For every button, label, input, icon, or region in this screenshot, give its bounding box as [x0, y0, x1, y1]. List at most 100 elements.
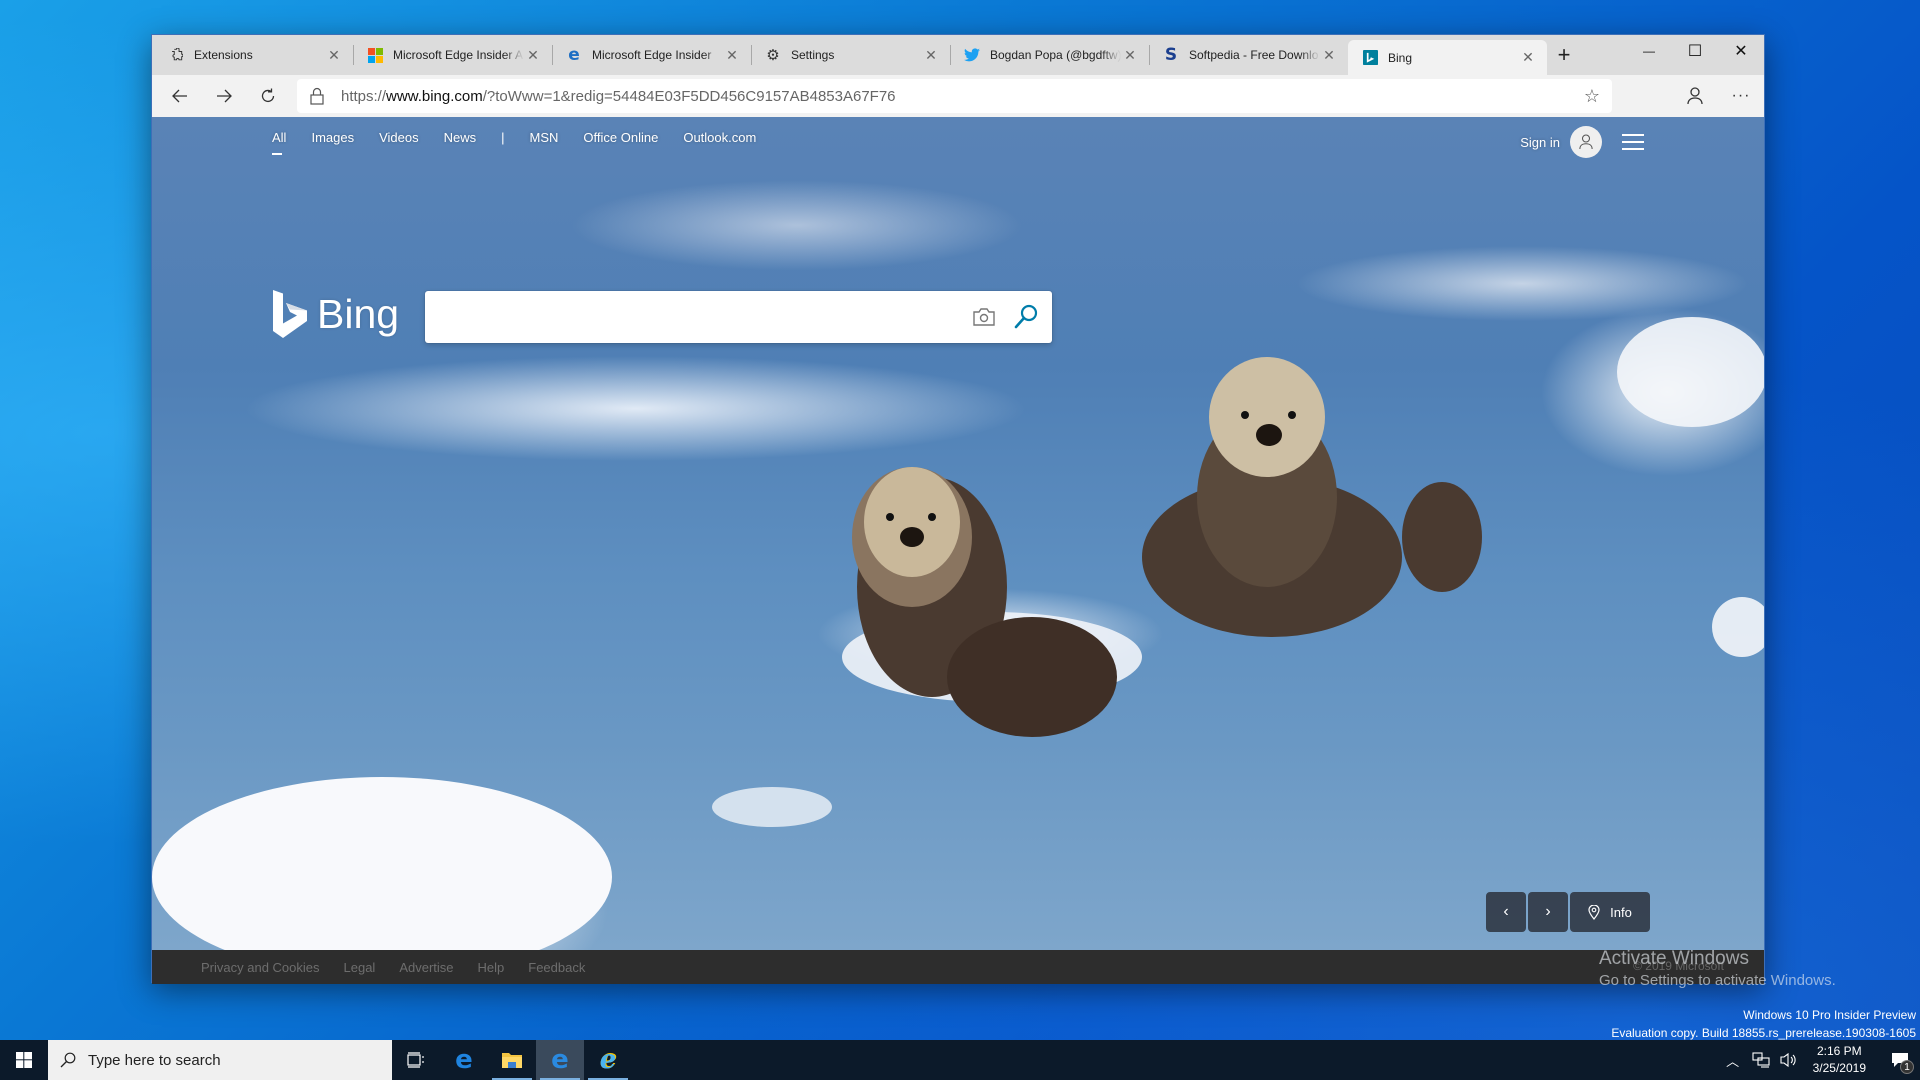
- build-info: Windows 10 Pro Insider Preview Evaluatio…: [1611, 1006, 1916, 1042]
- action-center-button[interactable]: 1: [1880, 1040, 1920, 1080]
- close-tab-icon[interactable]: ✕: [325, 47, 343, 64]
- new-tab-button[interactable]: +: [1547, 35, 1581, 75]
- show-hidden-icons-chevron-up-icon[interactable]: ︿: [1721, 1051, 1745, 1070]
- internet-explorer-icon: e: [599, 1045, 617, 1075]
- tab-title: Extensions: [194, 48, 253, 62]
- volume-icon[interactable]: [1777, 1052, 1801, 1068]
- browser-toolbar: https://www.bing.com/?toWww=1&redig=5448…: [152, 75, 1764, 117]
- footer-link-privacy[interactable]: Privacy and Cookies: [201, 960, 320, 975]
- network-icon[interactable]: [1749, 1052, 1773, 1068]
- location-pin-icon: [1588, 904, 1600, 920]
- puzzle-icon: [168, 47, 184, 63]
- footer-link-help[interactable]: Help: [478, 960, 505, 975]
- bing-icon: [1362, 50, 1378, 66]
- tab-softpedia[interactable]: S Softpedia - Free Downlo ✕: [1149, 35, 1348, 75]
- image-info-button[interactable]: Info: [1570, 892, 1650, 932]
- watermark-subtitle: Go to Settings to activate Windows.: [1599, 972, 1836, 989]
- footer-link-feedback[interactable]: Feedback: [528, 960, 585, 975]
- close-tab-icon[interactable]: ✕: [1320, 47, 1338, 64]
- visual-search-camera-icon[interactable]: [972, 306, 996, 328]
- forward-button[interactable]: [202, 78, 246, 114]
- softpedia-icon: S: [1164, 44, 1178, 65]
- clock-date: 3/25/2019: [1812, 1061, 1866, 1075]
- edge-icon: e: [568, 44, 580, 65]
- toolbar-right: ···: [1672, 75, 1764, 117]
- windows-logo-icon: [16, 1052, 32, 1068]
- taskbar-internet-explorer[interactable]: e: [584, 1040, 632, 1080]
- tab-twitter[interactable]: Bogdan Popa (@bgdftw) ✕: [950, 35, 1149, 75]
- back-button[interactable]: [158, 78, 202, 114]
- sign-in-link[interactable]: Sign in: [1520, 135, 1560, 150]
- clock-time: 2:16 PM: [1816, 1044, 1862, 1058]
- previous-image-button[interactable]: ‹: [1486, 892, 1526, 932]
- refresh-button[interactable]: [246, 78, 290, 114]
- background-photo: [152, 317, 1764, 950]
- avatar[interactable]: [1570, 126, 1602, 158]
- tab-bing[interactable]: Bing ✕: [1348, 40, 1547, 75]
- microsoft-logo-icon: [367, 47, 383, 63]
- bing-footer: Privacy and Cookies Legal Advertise Help…: [152, 950, 1764, 984]
- taskbar-edge-insider[interactable]: e: [536, 1040, 584, 1080]
- edge-icon: e: [455, 1045, 473, 1075]
- nav-all[interactable]: All: [272, 130, 286, 155]
- hamburger-menu-icon[interactable]: [1622, 134, 1644, 150]
- person-icon: [1579, 134, 1593, 150]
- maximize-button[interactable]: ☐: [1672, 35, 1718, 67]
- person-icon: [1687, 87, 1703, 105]
- tab-settings[interactable]: ⚙ Settings ✕: [751, 35, 950, 75]
- bing-nav: All Images Videos News | MSN Office Onli…: [272, 130, 781, 155]
- tab-microsoft-edge-insider[interactable]: e Microsoft Edge Insider ✕: [552, 35, 751, 75]
- otter-left: [852, 467, 1117, 737]
- activate-windows-watermark: Activate Windows Go to Settings to activ…: [1599, 948, 1836, 989]
- bing-homepage: All Images Videos News | MSN Office Onli…: [152, 117, 1764, 950]
- footer-link-advertise[interactable]: Advertise: [399, 960, 453, 975]
- search-input[interactable]: [425, 291, 945, 343]
- otter-right: [1142, 357, 1482, 637]
- nav-outlook[interactable]: Outlook.com: [683, 130, 756, 145]
- build-edition: Windows 10 Pro Insider Preview: [1743, 1008, 1916, 1022]
- taskbar-edge[interactable]: e: [440, 1040, 488, 1080]
- nav-images[interactable]: Images: [311, 130, 354, 145]
- close-tab-icon[interactable]: ✕: [1121, 47, 1139, 64]
- nav-office-online[interactable]: Office Online: [583, 130, 658, 145]
- search-icon[interactable]: [1012, 303, 1040, 331]
- browser-window: Extensions ✕ Microsoft Edge Insider A ✕ …: [151, 34, 1765, 984]
- nav-videos[interactable]: Videos: [379, 130, 419, 145]
- close-tab-icon[interactable]: ✕: [723, 47, 741, 64]
- nav-separator: |: [501, 130, 505, 145]
- tab-title: Microsoft Edge Insider: [592, 48, 712, 62]
- favorite-star-icon[interactable]: ☆: [1584, 86, 1600, 107]
- clock[interactable]: 2:16 PM 3/25/2019: [1813, 1043, 1866, 1077]
- taskbar: Type here to search e e e ︿ 2:16 PM 3/25…: [0, 1040, 1920, 1080]
- url-path: /?toWww=1&redig=54484E03F5DD456C9157AB48…: [482, 87, 896, 105]
- tab-title: Softpedia - Free Downlo: [1189, 48, 1319, 62]
- close-tab-icon[interactable]: ✕: [1519, 49, 1537, 66]
- search-icon: [60, 1052, 76, 1068]
- tab-microsoft-edge-insider-a[interactable]: Microsoft Edge Insider A ✕: [353, 35, 552, 75]
- profile-button[interactable]: [1672, 78, 1718, 114]
- start-button[interactable]: [0, 1040, 48, 1080]
- refresh-icon: [261, 88, 275, 103]
- nav-news[interactable]: News: [444, 130, 477, 145]
- close-tab-icon[interactable]: ✕: [922, 47, 940, 64]
- nav-msn[interactable]: MSN: [530, 130, 559, 145]
- tab-extensions[interactable]: Extensions ✕: [154, 35, 353, 75]
- minimize-button[interactable]: —: [1626, 35, 1672, 67]
- address-bar[interactable]: https://www.bing.com/?toWww=1&redig=5448…: [297, 79, 1612, 113]
- close-tab-icon[interactable]: ✕: [524, 47, 542, 64]
- bing-b-icon: [273, 290, 307, 338]
- close-button[interactable]: ✕: [1718, 35, 1764, 67]
- task-view-icon: [407, 1052, 424, 1068]
- edge-insider-icon: e: [551, 1045, 569, 1075]
- url-host: www.bing.com: [386, 87, 483, 105]
- watermark-title: Activate Windows: [1599, 948, 1749, 969]
- notification-badge: 1: [1900, 1060, 1914, 1074]
- taskbar-file-explorer[interactable]: [488, 1040, 536, 1080]
- footer-link-legal[interactable]: Legal: [344, 960, 376, 975]
- more-options-button[interactable]: ···: [1718, 78, 1764, 114]
- system-tray: ︿ 2:16 PM 3/25/2019 1: [1721, 1040, 1920, 1080]
- next-image-button[interactable]: ›: [1528, 892, 1568, 932]
- url-scheme: https://: [341, 87, 387, 105]
- taskbar-search[interactable]: Type here to search: [48, 1040, 392, 1080]
- task-view-button[interactable]: [392, 1040, 440, 1080]
